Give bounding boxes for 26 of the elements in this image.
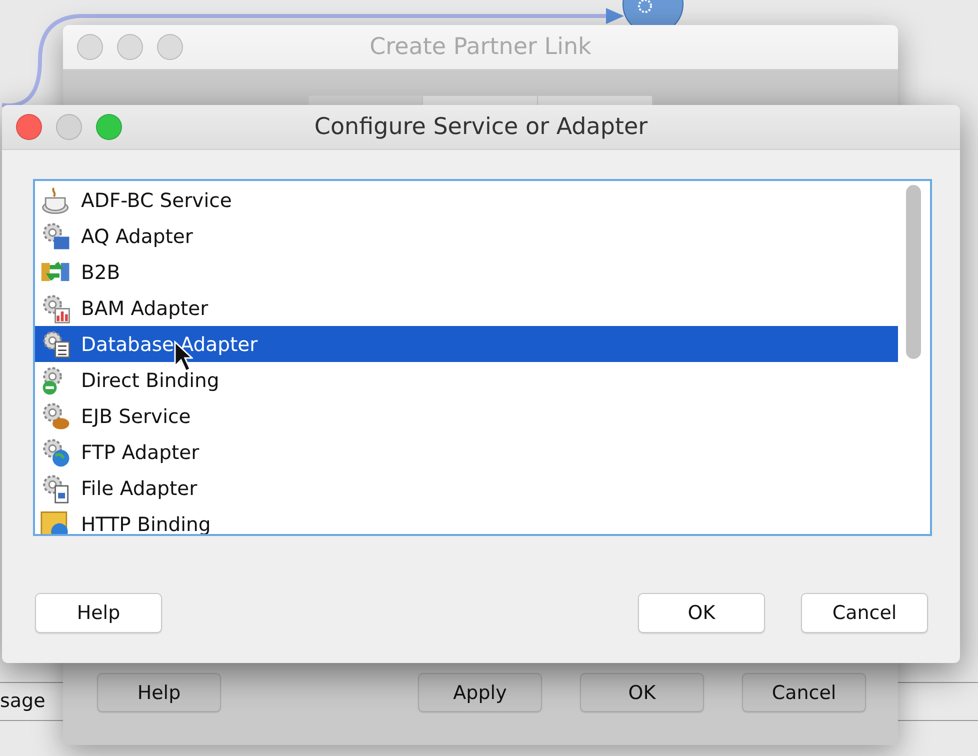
- zoom-button[interactable]: [157, 34, 183, 60]
- list-item[interactable]: B2B: [35, 254, 898, 290]
- list-item[interactable]: Database Adapter: [35, 326, 898, 362]
- list-item[interactable]: AQ Adapter: [35, 218, 898, 254]
- list-item[interactable]: ADF-BC Service: [35, 182, 898, 218]
- apply-button[interactable]: Apply: [418, 673, 542, 712]
- ok-button[interactable]: OK: [638, 593, 765, 633]
- list-item[interactable]: File Adapter: [35, 470, 898, 506]
- cancel-button[interactable]: Cancel: [742, 673, 866, 712]
- window-title: Create Partner Link: [370, 34, 592, 60]
- list-item[interactable]: BAM Adapter: [35, 290, 898, 326]
- list-item[interactable]: FTP Adapter: [35, 434, 898, 470]
- gear-icon: [622, 0, 684, 26]
- minimize-button[interactable]: [117, 34, 143, 60]
- close-button[interactable]: [16, 114, 42, 140]
- help-button[interactable]: Help: [97, 673, 221, 712]
- zoom-button[interactable]: [96, 114, 122, 140]
- minimize-button[interactable]: [56, 114, 82, 140]
- help-button[interactable]: Help: [35, 593, 162, 633]
- cancel-button[interactable]: Cancel: [801, 593, 928, 633]
- ok-button[interactable]: OK: [580, 673, 704, 712]
- list-item[interactable]: Direct Binding: [35, 362, 898, 398]
- list-item[interactable]: EJB Service: [35, 398, 898, 434]
- panel-label: sage: [0, 690, 46, 712]
- close-button[interactable]: [77, 34, 103, 60]
- window-title: Configure Service or Adapter: [314, 114, 648, 140]
